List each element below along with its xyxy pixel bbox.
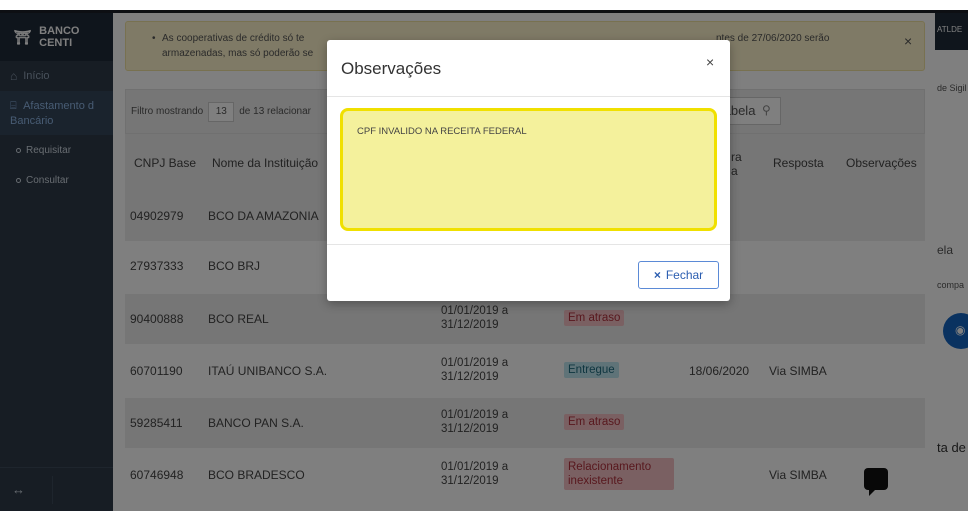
divider [327,96,730,97]
close-icon: × [653,268,661,282]
close-button-label: Fechar [665,268,704,282]
close-button[interactable]: × Fechar [638,261,719,289]
close-icon[interactable]: × [706,54,714,70]
modal-title: Observações [341,59,442,78]
observacoes-modal: Observações × CPF INVALIDO NA RECEITA FE… [327,40,730,301]
observation-text: CPF INVALIDO NA RECEITA FEDERAL [340,108,717,231]
divider [327,244,730,245]
top-line [0,0,968,10]
